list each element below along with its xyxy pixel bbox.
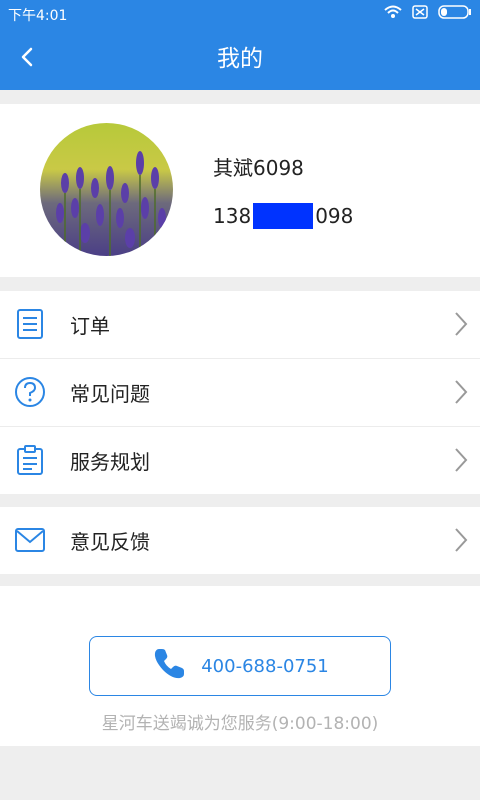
page-title: 我的: [217, 46, 263, 72]
status-time: 下午4:01: [8, 8, 68, 24]
mail-icon: [14, 524, 46, 556]
chevron-right-icon: [454, 379, 468, 409]
profile-card[interactable]: 其斌6098 138 098: [0, 104, 480, 277]
menu-label-orders: 订单: [70, 314, 110, 338]
phone-redaction: [253, 203, 314, 229]
app-header: 我的: [0, 28, 480, 90]
chevron-right-icon: [454, 311, 468, 341]
menu-label-faq: 常见问题: [70, 382, 150, 406]
sim-off-icon: [412, 5, 428, 23]
menu-group-feedback: 意见反馈: [0, 507, 480, 574]
clipboard-icon: [14, 444, 46, 476]
menu-item-orders[interactable]: 订单: [0, 291, 480, 359]
service-note: 星河车送竭诚为您服务(9:00-18:00): [101, 714, 379, 734]
chevron-right-icon: [454, 527, 468, 557]
order-list-icon: [14, 308, 46, 340]
phone-suffix: 098: [315, 204, 354, 228]
phone-prefix: 138: [213, 204, 252, 228]
wifi-icon: [384, 5, 402, 23]
question-icon: [14, 376, 46, 408]
status-bar: 下午4:01: [0, 0, 480, 28]
service-phone-number: 400-688-0751: [201, 655, 329, 677]
menu-item-service-plan[interactable]: 服务规划: [0, 427, 480, 494]
menu-label-service-plan: 服务规划: [70, 450, 150, 474]
menu-label-feedback: 意见反馈: [70, 530, 150, 554]
phone-icon: [151, 646, 187, 686]
status-icons: [384, 5, 472, 23]
avatar[interactable]: [40, 123, 173, 256]
call-service-button[interactable]: 400-688-0751: [89, 636, 391, 696]
battery-icon: [438, 5, 472, 23]
menu-item-faq[interactable]: 常见问题: [0, 359, 480, 427]
chevron-right-icon: [454, 447, 468, 477]
user-name: 其斌6098: [213, 156, 304, 180]
menu-group-main: 订单 常见问题 服务规划: [0, 291, 480, 494]
user-phone: 138 098: [213, 203, 353, 229]
menu-item-feedback[interactable]: 意见反馈: [0, 507, 480, 574]
